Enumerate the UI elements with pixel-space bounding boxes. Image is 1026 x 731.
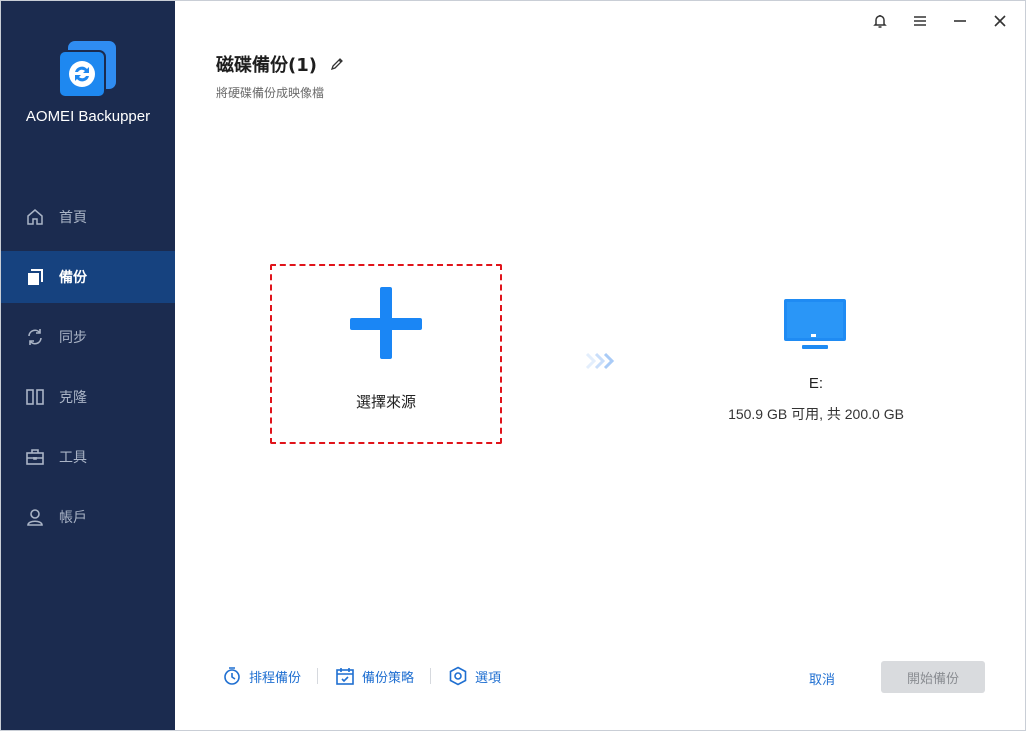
sidebar-item-label: 首頁 — [59, 210, 87, 226]
cancel-button[interactable]: 取消 — [791, 663, 853, 693]
select-source-button[interactable]: 選擇來源 — [270, 264, 502, 444]
toolbox-icon — [25, 447, 45, 467]
page-title: 磁碟備份(1) — [216, 55, 317, 76]
schedule-backup-label: 排程備份 — [249, 670, 302, 686]
sidebar-item-label: 帳戶 — [59, 510, 87, 526]
sidebar-item-backup[interactable]: 備份 — [1, 251, 175, 303]
home-icon — [25, 207, 45, 227]
destination-drive-size: 150.9 GB 可用, 共 200.0 GB — [728, 406, 904, 422]
divider — [430, 668, 432, 684]
sidebar-item-label: 備份 — [59, 270, 87, 286]
app-window: AOMEI Backupper 首頁 備份 同步 克隆 工具 帳戶 磁碟備份(1… — [0, 0, 1026, 731]
backup-scheme-button[interactable]: 備份策略 — [334, 665, 414, 687]
timer-icon — [221, 665, 243, 687]
sync-icon — [25, 327, 45, 347]
sidebar-item-tools[interactable]: 工具 — [1, 431, 175, 483]
sidebar: AOMEI Backupper 首頁 備份 同步 克隆 工具 帳戶 — [1, 1, 175, 730]
minimize-icon[interactable] — [949, 11, 971, 31]
select-source-label: 選擇來源 — [355, 393, 416, 411]
settings-hexagon-icon — [447, 665, 469, 687]
user-icon — [25, 507, 45, 527]
sidebar-nav: 首頁 備份 同步 克隆 工具 帳戶 — [1, 191, 175, 551]
sidebar-item-label: 克隆 — [59, 390, 87, 406]
sidebar-item-label: 同步 — [59, 330, 87, 346]
start-backup-button[interactable]: 開始備份 — [881, 661, 985, 693]
backup-scheme-label: 備份策略 — [362, 670, 415, 686]
app-name: AOMEI Backupper — [25, 108, 151, 125]
options-button[interactable]: 選項 — [447, 665, 501, 687]
options-label: 選項 — [475, 670, 502, 686]
page-header: 磁碟備份(1) — [216, 51, 345, 77]
app-logo-icon — [58, 41, 116, 99]
bell-icon[interactable] — [869, 11, 891, 31]
sidebar-item-sync[interactable]: 同步 — [1, 311, 175, 363]
close-icon[interactable] — [989, 11, 1011, 31]
backup-icon — [25, 267, 45, 287]
edit-pencil-icon[interactable] — [329, 56, 345, 72]
sidebar-item-account[interactable]: 帳戶 — [1, 491, 175, 543]
divider — [317, 668, 319, 684]
bottom-options-bar: 排程備份 備份策略 選項 — [221, 665, 501, 687]
window-controls — [869, 11, 1011, 31]
sidebar-item-home[interactable]: 首頁 — [1, 191, 175, 243]
monitor-icon — [784, 299, 846, 351]
calendar-check-icon — [334, 665, 356, 687]
sidebar-item-label: 工具 — [59, 450, 87, 466]
plus-icon — [350, 287, 422, 359]
chevrons-right-icon — [585, 351, 619, 371]
clone-icon — [25, 387, 45, 407]
sidebar-item-clone[interactable]: 克隆 — [1, 371, 175, 423]
schedule-backup-button[interactable]: 排程備份 — [221, 665, 301, 687]
page-subtitle: 將硬碟備份成映像檔 — [216, 86, 325, 100]
destination-drive-name: E: — [808, 375, 824, 392]
menu-icon[interactable] — [909, 11, 931, 31]
